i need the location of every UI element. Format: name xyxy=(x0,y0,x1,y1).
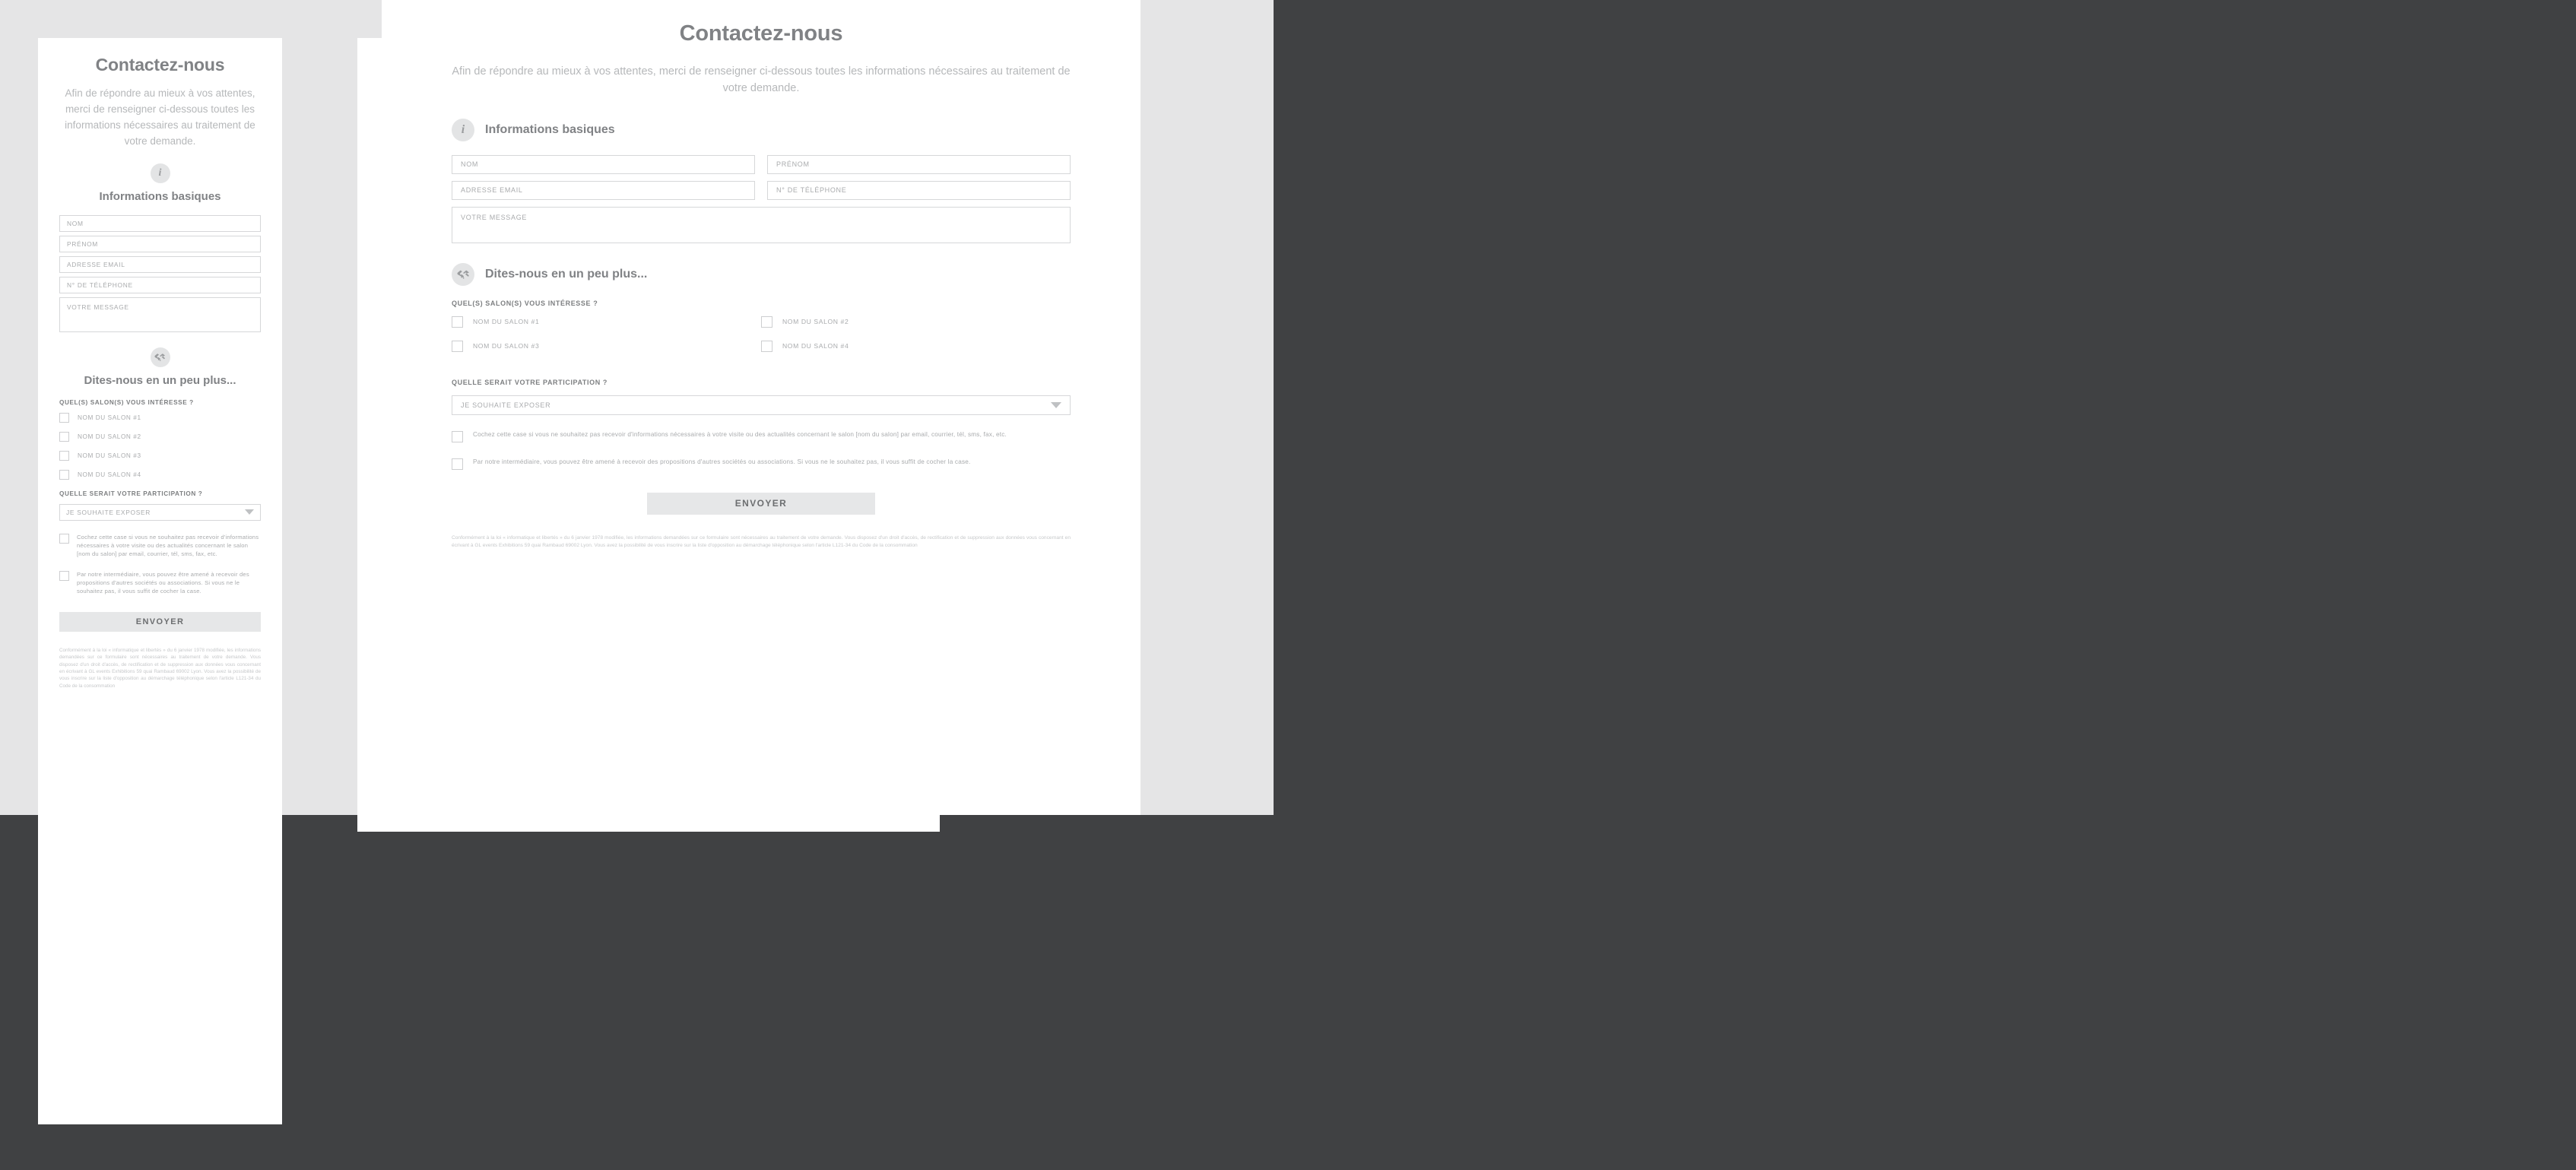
label-participation-question: QUELLE SERAIT VOTRE PARTICIPATION ? xyxy=(452,378,608,386)
consent-label-2: Par notre intermédiaire, vous pouvez êtr… xyxy=(473,458,971,465)
checkbox-salon-3[interactable] xyxy=(59,450,69,461)
consent-row-1[interactable]: Cochez cette case si vous ne souhaitez p… xyxy=(59,533,261,558)
checkbox-salon-2[interactable] xyxy=(59,431,69,442)
chevron-down-icon xyxy=(1051,401,1061,408)
checkbox-salon-1[interactable] xyxy=(59,412,69,423)
checkbox-salon-1[interactable] xyxy=(452,315,463,328)
section-header-more: Dites-nous en un peu plus... xyxy=(59,347,261,387)
select-participation-value: JE SOUHAITE EXPOSER xyxy=(461,401,551,409)
input-prenom-placeholder: PRÉNOM xyxy=(776,160,810,169)
handshake-icon xyxy=(452,262,474,286)
checkbox-label-salon-2: NOM DU SALON #2 xyxy=(78,433,141,440)
select-participation[interactable]: JE SOUHAITE EXPOSER xyxy=(452,395,1071,415)
checkbox-salon-4[interactable] xyxy=(761,340,772,352)
section-header-basic: i Informations basiques xyxy=(59,163,261,203)
input-telephone[interactable]: N° DE TÉLÉPHONE xyxy=(59,276,261,293)
checkbox-label-salon-2: NOM DU SALON #2 xyxy=(782,317,849,325)
submit-button[interactable]: ENVOYER xyxy=(59,611,261,632)
screenshot-stage: Contactez-nous Afin de répondre au mieux… xyxy=(0,0,2576,1170)
checkbox-row-salon-3[interactable]: NOM DU SALON #3 xyxy=(452,340,761,352)
input-email[interactable]: ADRESSE EMAIL xyxy=(452,180,755,200)
textarea-message[interactable]: VOTRE MESSAGE xyxy=(59,296,261,332)
checkbox-consent-2[interactable] xyxy=(59,570,69,581)
input-telephone-placeholder: N° DE TÉLÉPHONE xyxy=(776,186,847,195)
checkbox-label-salon-1: NOM DU SALON #1 xyxy=(78,414,141,421)
consent-label-1: Cochez cette case si vous ne souhaitez p… xyxy=(77,533,259,557)
consent-label-2: Par notre intermédiaire, vous pouvez êtr… xyxy=(77,570,249,595)
info-icon: i xyxy=(150,163,170,183)
input-prenom[interactable]: PRÉNOM xyxy=(767,154,1071,174)
consent-row-1[interactable]: Cochez cette case si vous ne souhaitez p… xyxy=(452,430,1071,442)
checkbox-label-salon-1: NOM DU SALON #1 xyxy=(473,317,540,325)
textarea-message[interactable]: VOTRE MESSAGE xyxy=(452,206,1071,243)
form-preview-wide: Contactez-nous Afin de répondre au mieux… xyxy=(382,0,1140,815)
page-title: Contactez-nous xyxy=(679,21,843,46)
select-participation[interactable]: JE SOUHAITE EXPOSER xyxy=(59,503,261,521)
handshake-icon xyxy=(150,347,170,367)
checkbox-row-salon-2[interactable]: NOM DU SALON #2 xyxy=(59,431,261,442)
section-title-basic: Informations basiques xyxy=(99,189,221,203)
input-nom-placeholder: NOM xyxy=(461,160,479,169)
input-nom[interactable]: NOM xyxy=(59,214,261,232)
section-header-basic: i Informations basiques xyxy=(452,118,1071,141)
checkbox-row-salon-1[interactable]: NOM DU SALON #1 xyxy=(59,412,261,423)
checkbox-label-salon-3: NOM DU SALON #3 xyxy=(78,452,141,459)
legal-text: Conformément à la loi « informatique et … xyxy=(59,647,261,689)
checkbox-row-salon-3[interactable]: NOM DU SALON #3 xyxy=(59,450,261,461)
checkbox-consent-1[interactable] xyxy=(59,533,69,544)
checkbox-label-salon-3: NOM DU SALON #3 xyxy=(473,341,540,350)
input-email-placeholder: ADRESSE EMAIL xyxy=(461,186,523,195)
input-telephone-placeholder: N° DE TÉLÉPHONE xyxy=(67,281,133,289)
label-salon-question: QUEL(S) SALON(S) VOUS INTÉRESSE ? xyxy=(452,299,598,307)
page-title: Contactez-nous xyxy=(95,55,225,75)
textarea-message-placeholder: VOTRE MESSAGE xyxy=(67,303,129,311)
section-title-basic: Informations basiques xyxy=(485,122,615,136)
form-preview-narrow: Contactez-nous Afin de répondre au mieux… xyxy=(38,38,282,1124)
select-participation-value: JE SOUHAITE EXPOSER xyxy=(66,508,151,516)
input-email[interactable]: ADRESSE EMAIL xyxy=(59,255,261,273)
input-prenom-placeholder: PRÉNOM xyxy=(67,239,98,248)
info-icon: i xyxy=(452,118,474,141)
checkbox-row-salon-1[interactable]: NOM DU SALON #1 xyxy=(452,315,761,328)
input-email-placeholder: ADRESSE EMAIL xyxy=(67,260,125,268)
chevron-down-icon xyxy=(245,509,254,515)
textarea-message-placeholder: VOTRE MESSAGE xyxy=(461,213,528,221)
input-prenom[interactable]: PRÉNOM xyxy=(59,235,261,252)
section-title-more: Dites-nous en un peu plus... xyxy=(84,373,236,387)
input-nom[interactable]: NOM xyxy=(452,154,755,174)
page-intro: Afin de répondre au mieux à vos attentes… xyxy=(65,87,255,147)
label-participation-question: QUELLE SERAIT VOTRE PARTICIPATION ? xyxy=(59,490,203,497)
checkbox-consent-2[interactable] xyxy=(452,458,463,470)
label-salon-question: QUEL(S) SALON(S) VOUS INTÉRESSE ? xyxy=(59,398,194,406)
checkbox-row-salon-2[interactable]: NOM DU SALON #2 xyxy=(761,315,1071,328)
section-header-more: Dites-nous en un peu plus... xyxy=(452,262,1071,286)
checkbox-row-salon-4[interactable]: NOM DU SALON #4 xyxy=(761,340,1071,352)
consent-row-2[interactable]: Par notre intermédiaire, vous pouvez êtr… xyxy=(452,458,1071,470)
checkbox-label-salon-4: NOM DU SALON #4 xyxy=(782,341,849,350)
checkbox-row-salon-4[interactable]: NOM DU SALON #4 xyxy=(59,469,261,480)
input-nom-placeholder: NOM xyxy=(67,219,84,227)
checkbox-salon-3[interactable] xyxy=(452,340,463,352)
section-title-more: Dites-nous en un peu plus... xyxy=(485,267,648,281)
checkbox-salon-2[interactable] xyxy=(761,315,772,328)
consent-label-1: Cochez cette case si vous ne souhaitez p… xyxy=(473,430,1007,438)
consent-row-2[interactable]: Par notre intermédiaire, vous pouvez êtr… xyxy=(59,570,261,595)
input-telephone[interactable]: N° DE TÉLÉPHONE xyxy=(767,180,1071,200)
submit-button[interactable]: ENVOYER xyxy=(647,492,875,515)
checkbox-salon-4[interactable] xyxy=(59,469,69,480)
checkbox-label-salon-4: NOM DU SALON #4 xyxy=(78,471,141,478)
page-intro: Afin de répondre au mieux à vos attentes… xyxy=(452,65,1071,95)
legal-text: Conformément à la loi « informatique et … xyxy=(452,534,1071,548)
checkbox-consent-1[interactable] xyxy=(452,430,463,442)
